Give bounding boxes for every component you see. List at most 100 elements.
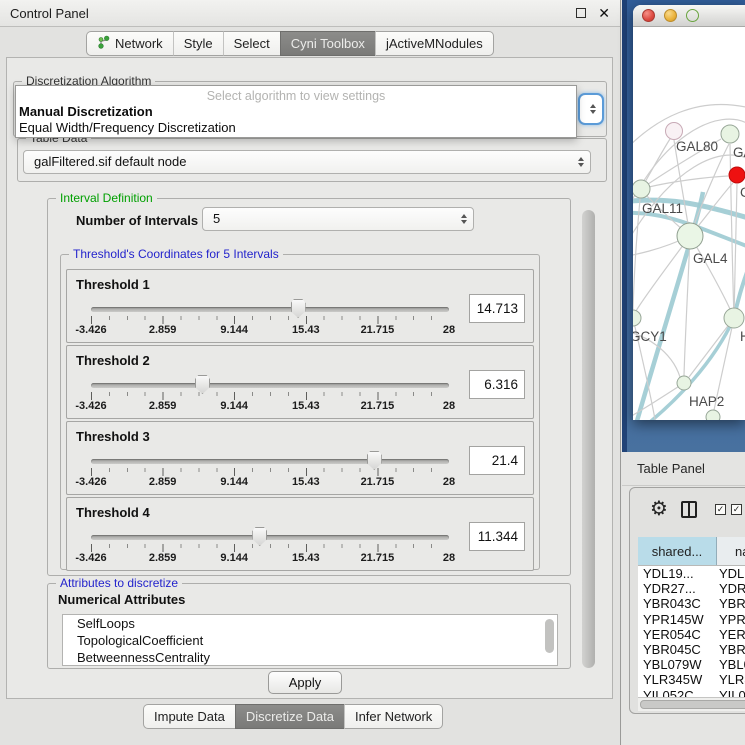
network-node[interactable]: [706, 410, 720, 420]
threshold-slider[interactable]: -3.4262.8599.14415.4321.71528: [91, 383, 449, 389]
top-tab-bar: Network StyleSelect Cyni Toolbox jActiveMNo…: [86, 31, 494, 56]
slider-track[interactable]: [91, 535, 449, 540]
scale-label: 28: [443, 476, 455, 488]
tab-label: Cyni Toolbox: [291, 36, 365, 51]
algorithm-option-manual-discretization[interactable]: Manual Discretization: [16, 103, 576, 119]
network-node-gal11[interactable]: [633, 180, 650, 198]
cell-shared-name: YIL052C: [638, 688, 717, 698]
slider-scale-labels: -3.4262.8599.14415.4321.71528: [91, 476, 449, 490]
algorithm-combobox-focus-ring[interactable]: [578, 93, 604, 125]
threshold-3-panel: Threshold 3-3.4262.8599.14415.4321.71528…: [66, 421, 534, 495]
attribute-list-item[interactable]: SelfLoops: [63, 615, 557, 632]
table-row[interactable]: YBR043CYBR0: [638, 596, 745, 611]
tab-network[interactable]: Network: [86, 31, 173, 56]
scale-label: 28: [443, 400, 455, 412]
cell-shared-name: YER054C: [638, 627, 717, 642]
tab-discretize-data[interactable]: Discretize Data: [235, 704, 344, 729]
cell-name: YBR0: [717, 596, 745, 611]
network-node-ga[interactable]: [721, 125, 739, 143]
content-vertical-scrollbar[interactable]: [582, 210, 595, 668]
slider-track[interactable]: [91, 383, 449, 388]
apply-button[interactable]: Apply: [268, 671, 342, 694]
attributes-group-title: Attributes to discretize: [56, 576, 182, 590]
tab-select[interactable]: Select: [223, 31, 280, 56]
threshold-slider[interactable]: -3.4262.8599.14415.4321.71528: [91, 535, 449, 541]
attributes-list-scrollbar[interactable]: [545, 619, 554, 653]
table-row[interactable]: YBR045CYBR0: [638, 642, 745, 657]
checkbox-icon[interactable]: ✓: [715, 504, 726, 515]
network-edge: [633, 189, 641, 310]
threshold-value-field[interactable]: 21.4: [469, 446, 525, 475]
control-panel-title: Control Panel: [10, 6, 576, 21]
algorithm-dropdown-popup: Select algorithm to view settings Manual…: [15, 85, 577, 138]
table-row[interactable]: YBL079WYBL0: [638, 657, 745, 672]
table-horizontal-scrollbar-thumb[interactable]: [640, 700, 745, 709]
table-row[interactable]: YIL052CYIL0: [638, 688, 745, 698]
tab-infer-network[interactable]: Infer Network: [344, 704, 443, 729]
scale-label: -3.426: [75, 324, 106, 336]
attribute-list-item[interactable]: BetweennessCentrality: [63, 649, 557, 666]
tab-impute-data[interactable]: Impute Data: [143, 704, 235, 729]
column-layout-icon[interactable]: [681, 501, 697, 518]
table-row[interactable]: YDR27...YDR2: [638, 581, 745, 596]
tab-style[interactable]: Style: [173, 31, 223, 56]
table-panel-container: ⚙ ✓ ✓ shared... na YDL19...YDL1YDR27...Y…: [629, 487, 745, 714]
zoom-traffic-light-icon[interactable]: [686, 9, 699, 22]
tab-label: Infer Network: [355, 709, 432, 724]
gear-icon[interactable]: ⚙: [650, 496, 668, 520]
bottom-tab-bar: Impute Data Discretize Data Infer Network: [143, 704, 443, 729]
cell-name: YDL1: [717, 566, 745, 581]
network-node-label: GAL80: [676, 139, 718, 154]
threshold-slider[interactable]: -3.4262.8599.14415.4321.71528: [91, 307, 449, 313]
scale-label: 15.43: [292, 324, 320, 336]
column-header-name[interactable]: na: [717, 537, 745, 565]
column-header-shared-name[interactable]: shared...: [638, 537, 717, 565]
table-data-combobox[interactable]: galFiltered.sif default node: [23, 150, 591, 174]
algorithm-option-equal-width-frequency[interactable]: Equal Width/Frequency Discretization: [16, 119, 576, 135]
threshold-slider[interactable]: -3.4262.8599.14415.4321.71528: [91, 459, 449, 465]
table-row[interactable]: YLR345WYLR3: [638, 672, 745, 687]
cell-shared-name: YDR27...: [638, 581, 717, 596]
checkbox-icon[interactable]: ✓: [731, 504, 742, 515]
number-of-intervals-combobox[interactable]: 5: [202, 207, 474, 231]
network-node-h[interactable]: [724, 308, 744, 328]
slider-track[interactable]: [91, 459, 449, 464]
slider-scale-labels: -3.4262.8599.14415.4321.71528: [91, 400, 449, 414]
threshold-value-field[interactable]: 6.316: [469, 370, 525, 399]
network-node-gcy1[interactable]: [633, 310, 641, 326]
thresholds-group: Threshold's Coordinates for 5 Intervals …: [60, 254, 540, 570]
network-node-c[interactable]: [729, 167, 745, 183]
network-node-hap2[interactable]: [677, 376, 691, 390]
network-node-label: C: [740, 185, 745, 200]
numerical-attributes-list[interactable]: SelfLoopsTopologicalCoefficientBetweenne…: [62, 614, 558, 666]
threshold-value-field[interactable]: 14.713: [469, 294, 525, 323]
table-row[interactable]: YDL19...YDL1: [638, 566, 745, 581]
network-canvas[interactable]: GAL80GACGAL11GAL4GCY1HHAP2: [633, 28, 745, 420]
slider-track[interactable]: [91, 307, 449, 312]
cell-shared-name: YPR145W: [638, 612, 717, 627]
threshold-label: Threshold 2: [76, 353, 150, 368]
minimize-traffic-light-icon[interactable]: [664, 9, 677, 22]
table-row[interactable]: YPR145WYPR1: [638, 612, 745, 627]
network-node-gal4[interactable]: [677, 223, 703, 249]
network-window: GAL80GACGAL11GAL4GCY1HHAP2: [633, 5, 745, 420]
tab-label: Network: [115, 36, 163, 51]
float-window-icon[interactable]: [576, 8, 586, 18]
table-row[interactable]: YER054CYER0: [638, 627, 745, 642]
close-panel-icon[interactable]: ✕: [598, 5, 610, 22]
attribute-list-item[interactable]: TopologicalCoefficient: [63, 632, 557, 649]
scale-label: 9.144: [220, 476, 248, 488]
tab-cyni-toolbox[interactable]: Cyni Toolbox: [280, 31, 375, 56]
scale-label: 2.859: [149, 400, 177, 412]
network-icon: [97, 35, 110, 52]
scale-label: 2.859: [149, 324, 177, 336]
tab-jactivemnodules[interactable]: jActiveMNodules: [375, 31, 494, 56]
node-table: shared... na YDL19...YDL1YDR27...YDR2YBR…: [638, 537, 745, 697]
table-horizontal-scrollbar[interactable]: [638, 697, 745, 711]
tab-label: Impute Data: [154, 709, 225, 724]
close-traffic-light-icon[interactable]: [642, 9, 655, 22]
control-panel: Control Panel ✕ Network StyleSelect Cyni T…: [0, 0, 621, 745]
network-node-gal80[interactable]: [666, 123, 683, 140]
threshold-value-field[interactable]: 11.344: [469, 522, 525, 551]
cell-shared-name: YBR043C: [638, 596, 717, 611]
